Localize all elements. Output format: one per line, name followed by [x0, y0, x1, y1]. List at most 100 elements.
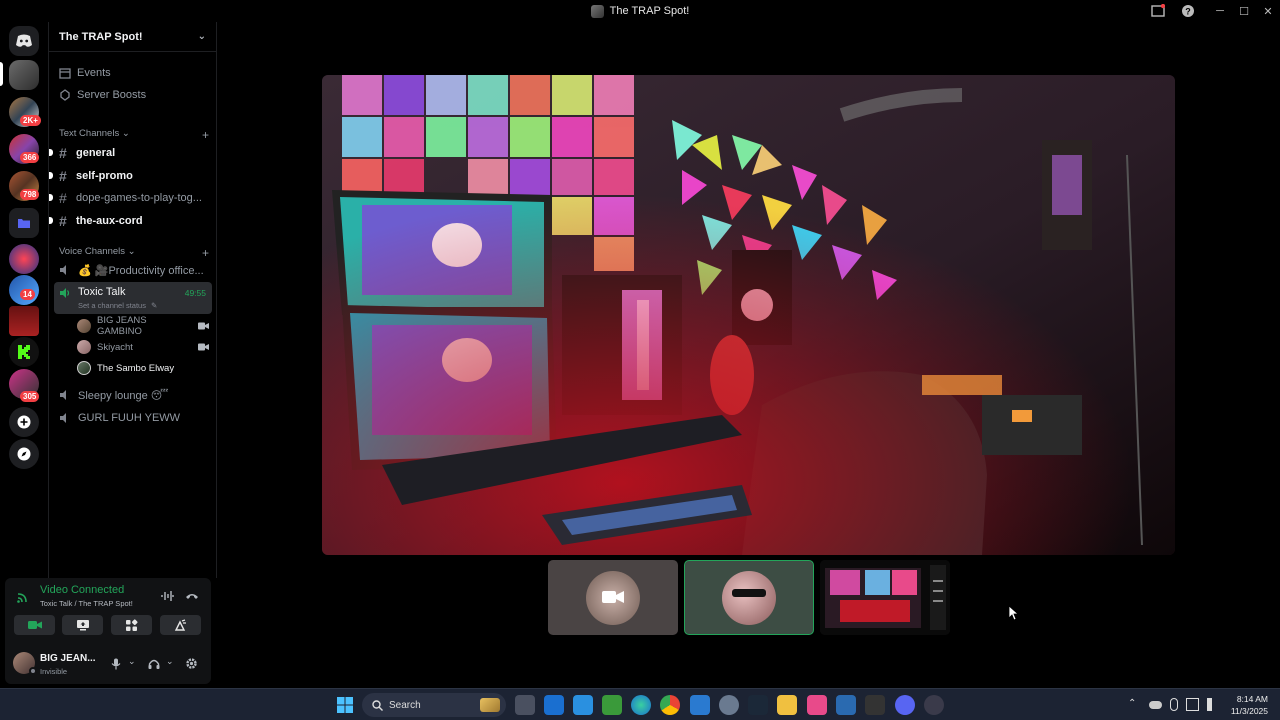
add-channel-icon[interactable]: +	[202, 128, 209, 142]
voice-channels-category[interactable]: Voice Channels ⌄ +	[59, 246, 209, 260]
participant-tile[interactable]	[548, 560, 678, 635]
speaker-icon	[60, 413, 66, 423]
channel-self-promo[interactable]: # self-promo	[59, 166, 209, 186]
system-clock[interactable]: 8:14 AM 11/3/2025	[1231, 693, 1268, 717]
mention-badge: 14	[20, 289, 35, 300]
chevron-down-icon: ⌄	[121, 128, 130, 139]
volume-icon[interactable]	[1207, 698, 1216, 711]
unread-indicator	[49, 194, 53, 201]
user-name[interactable]: BIG JEAN...	[40, 653, 96, 664]
voice-channel-sleepy-lounge[interactable]: Sleepy lounge 😴	[59, 385, 209, 405]
user-status: Invisible	[40, 667, 68, 676]
server-icon[interactable]	[9, 306, 39, 336]
text-channels-category[interactable]: Text Channels ⌄ +	[59, 128, 209, 142]
network-icon[interactable]	[1186, 698, 1199, 711]
connection-signal-icon	[17, 593, 27, 603]
server-icon-trap-spot[interactable]	[9, 60, 39, 90]
voice-connection-status[interactable]: Video Connected	[40, 584, 124, 596]
activities-button[interactable]	[111, 615, 152, 635]
unread-indicator	[49, 217, 53, 224]
chevron-down-icon[interactable]: ⌄	[166, 656, 174, 667]
microphone-icon[interactable]	[1170, 698, 1178, 711]
video-stage[interactable]	[322, 75, 1175, 555]
text-channel-icon: #	[59, 168, 67, 184]
channel-the-aux-cord[interactable]: # the-aux-cord	[59, 211, 209, 231]
kick-server-icon[interactable]	[9, 337, 39, 367]
steam-icon[interactable]	[748, 695, 768, 715]
excel-icon[interactable]	[602, 695, 622, 715]
headphones-icon[interactable]	[148, 658, 160, 670]
settings-gear-icon[interactable]	[185, 657, 198, 670]
voice-user[interactable]: BIG JEANS GAMBINO	[77, 315, 209, 337]
participant-tile-selected[interactable]	[684, 560, 814, 635]
server-boosts-link[interactable]: Server Boosts	[59, 85, 146, 105]
mention-badge: 366	[20, 152, 40, 163]
stream-thumbnail	[820, 560, 950, 635]
avatar	[77, 340, 91, 354]
settings-icon[interactable]	[719, 695, 739, 715]
noise-suppression-icon[interactable]	[161, 590, 174, 602]
add-server-icon[interactable]	[9, 407, 39, 437]
soundboard-button[interactable]	[160, 615, 201, 635]
unread-indicator	[49, 149, 53, 156]
calendar-icon	[59, 68, 71, 79]
voice-connection-location[interactable]: Toxic Talk / The TRAP Spot!	[40, 599, 133, 608]
channel-status-prompt[interactable]: Set a channel status	[78, 301, 146, 310]
server-icon[interactable]	[9, 244, 39, 274]
voice-channel-toxic-talk[interactable]: Toxic Talk 49:55 Set a channel status ✎	[54, 282, 212, 314]
disconnect-icon[interactable]	[185, 591, 199, 601]
voice-channel-gurl-fuuh-yeww[interactable]: GURL FUUH YEWW	[59, 408, 209, 428]
epic-games-icon[interactable]	[865, 695, 885, 715]
windows-start-icon[interactable]	[337, 697, 353, 713]
mention-badge: 798	[20, 189, 40, 200]
boost-icon	[60, 89, 70, 101]
app-icon[interactable]	[573, 695, 593, 715]
add-channel-icon[interactable]: +	[202, 246, 209, 260]
events-link[interactable]: Events	[59, 63, 111, 83]
app-icon[interactable]	[924, 695, 944, 715]
cloud-icon[interactable]	[1149, 701, 1162, 709]
voice-user[interactable]: The Sambo Elway	[77, 358, 209, 378]
taskbar-search[interactable]: Search	[362, 693, 506, 717]
mention-badge: 305	[20, 391, 40, 402]
chrome-browser-icon[interactable]	[660, 695, 680, 715]
task-view-icon[interactable]	[515, 695, 535, 715]
camera-toggle-button[interactable]	[14, 615, 55, 635]
windows-taskbar: Search ⌃ 8:14 AM 11/3/2025	[0, 688, 1280, 720]
app-icon[interactable]	[836, 695, 856, 715]
discord-taskbar-icon[interactable]	[895, 695, 915, 715]
close-button[interactable]: ✕	[1256, 5, 1280, 18]
participant-tiles	[548, 560, 950, 635]
microsoft-store-icon[interactable]	[690, 695, 710, 715]
channel-dope-games[interactable]: # dope-games-to-play-tog...	[59, 188, 209, 208]
outlook-icon[interactable]	[544, 695, 564, 715]
screen-share-tile[interactable]	[820, 560, 950, 635]
voice-user-panel: Video Connected Toxic Talk / The TRAP Sp…	[5, 578, 211, 684]
voice-user[interactable]: Skiyacht	[77, 337, 209, 357]
video-camera-icon	[602, 591, 624, 603]
chevron-down-icon[interactable]: ⌄	[128, 656, 136, 667]
soundboard-icon	[174, 618, 186, 631]
file-explorer-icon[interactable]	[777, 695, 797, 715]
maximize-button[interactable]: ☐	[1232, 5, 1256, 18]
speaker-icon	[60, 390, 66, 400]
edge-browser-icon[interactable]	[631, 695, 651, 715]
server-header[interactable]: The TRAP Spot! ⌄	[49, 22, 216, 52]
discord-home-icon[interactable]	[9, 26, 39, 56]
tiktok-icon[interactable]	[807, 695, 827, 715]
minimize-button[interactable]: ─	[1208, 5, 1232, 17]
chevron-up-icon[interactable]: ⌃	[1128, 698, 1141, 711]
help-icon[interactable]: ?	[1180, 3, 1196, 19]
avatar	[77, 361, 91, 375]
user-area: BIG JEAN... Invisible ⌄ ⌄	[5, 646, 211, 682]
screen-share-button[interactable]	[62, 615, 103, 635]
voice-channel-productivity[interactable]: 💰 🎥Productivity office...	[59, 260, 209, 280]
discover-icon[interactable]	[9, 439, 39, 469]
folder-icon[interactable]	[9, 208, 39, 238]
edit-pencil-icon[interactable]: ✎	[151, 301, 157, 310]
channel-general[interactable]: # general	[59, 143, 209, 163]
microphone-icon[interactable]	[111, 658, 121, 670]
text-channel-icon: #	[59, 213, 67, 229]
inbox-icon[interactable]	[1150, 3, 1166, 19]
clock-time: 8:14 AM	[1236, 694, 1268, 704]
